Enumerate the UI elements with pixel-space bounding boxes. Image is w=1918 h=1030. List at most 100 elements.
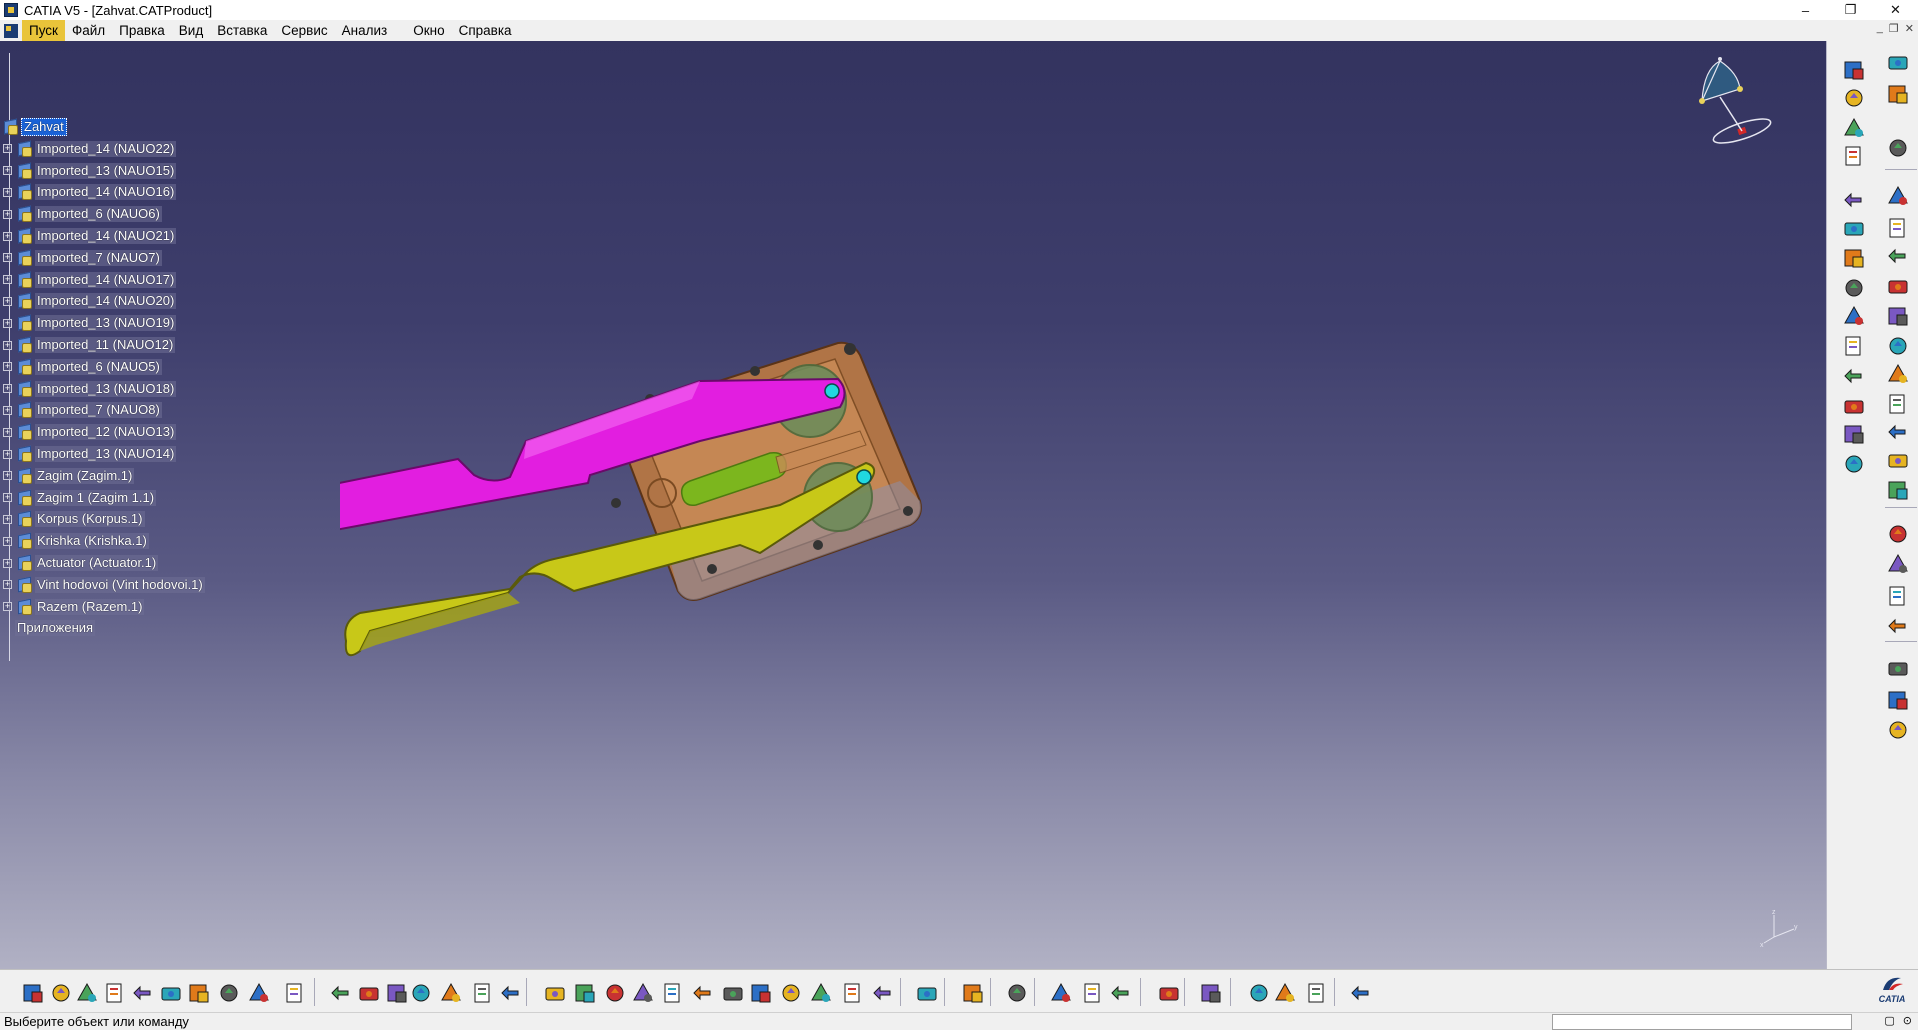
measure-item-icon[interactable] — [1078, 978, 1108, 1008]
grid-snap-icon[interactable] — [1346, 978, 1376, 1008]
expand-icon[interactable]: + — [3, 187, 12, 197]
hole-icon[interactable] — [1883, 331, 1913, 361]
tree-item[interactable]: + Razem (Razem.1) — [3, 598, 145, 616]
expand-icon[interactable]: + — [3, 449, 12, 459]
expand-icon[interactable]: + — [3, 558, 12, 568]
expand-icon[interactable]: + — [3, 405, 12, 415]
menu-file[interactable]: Файл — [65, 20, 112, 41]
assembly-model[interactable] — [340, 341, 1000, 681]
tree-item[interactable]: + Imported_14 (NAUO20) — [3, 292, 177, 310]
expand-icon[interactable]: + — [3, 362, 12, 372]
capture-icon[interactable] — [958, 978, 988, 1008]
status-button-1[interactable]: ▢ — [1884, 1014, 1894, 1027]
compass-icon[interactable] — [1660, 49, 1780, 149]
weld-icon[interactable] — [1883, 475, 1913, 505]
multi-view-icon[interactable] — [746, 978, 776, 1008]
tree-item[interactable]: + Imported_7 (NAUO8) — [3, 401, 162, 419]
knowledge-icon[interactable] — [354, 978, 384, 1008]
undo-icon[interactable] — [214, 978, 244, 1008]
expand-icon[interactable]: + — [3, 384, 12, 394]
snapshot-icon[interactable] — [1002, 978, 1032, 1008]
contact-constraint-icon[interactable] — [1839, 391, 1869, 421]
expand-icon[interactable]: + — [3, 253, 12, 263]
print-icon[interactable] — [100, 978, 130, 1008]
mdi-close-button[interactable]: ✕ — [1905, 22, 1914, 35]
measure-icon[interactable] — [1883, 653, 1913, 683]
expand-icon[interactable]: + — [3, 493, 12, 503]
view-catalog-icon[interactable] — [468, 978, 498, 1008]
offset-constraint-icon[interactable] — [1839, 419, 1869, 449]
measure-between-icon[interactable] — [1046, 978, 1076, 1008]
table-icon[interactable] — [406, 978, 436, 1008]
add-icon[interactable] — [1883, 417, 1913, 447]
menu-edit[interactable]: Правка — [112, 20, 172, 41]
product-management-icon[interactable] — [1883, 213, 1913, 243]
expand-icon[interactable]: + — [3, 536, 12, 546]
cut-icon[interactable] — [128, 978, 158, 1008]
symmetry-icon[interactable] — [1883, 581, 1913, 611]
tree-item[interactable]: + Imported_7 (NAUO7) — [3, 249, 162, 267]
text-icon[interactable] — [1883, 519, 1913, 549]
tree-item[interactable]: + Imported_14 (NAUO21) — [3, 227, 177, 245]
restore-button[interactable]: ❐ — [1828, 0, 1873, 20]
catia-menu-icon[interactable] — [4, 23, 18, 38]
expand-icon[interactable]: + — [3, 296, 12, 306]
material-icon[interactable] — [1270, 978, 1300, 1008]
menu-window[interactable]: Окно — [406, 20, 451, 41]
pocket-icon[interactable] — [1883, 359, 1913, 389]
tree-root[interactable]: Zahvat — [2, 118, 67, 136]
tree-item[interactable]: + Imported_11 (NAUO12) — [3, 336, 176, 354]
swap-space-icon[interactable] — [868, 978, 898, 1008]
fly-mode-icon[interactable] — [540, 978, 570, 1008]
expand-icon[interactable]: + — [3, 340, 12, 350]
tree-item[interactable]: + Imported_6 (NAUO5) — [3, 358, 162, 376]
paste-icon[interactable] — [184, 978, 214, 1008]
annotation-icon[interactable] — [1883, 445, 1913, 475]
isometric-view-icon[interactable] — [776, 978, 806, 1008]
grid-icon[interactable] — [496, 978, 526, 1008]
tree-item[interactable]: + Imported_6 (NAUO6) — [3, 205, 162, 223]
tree-item[interactable]: + Imported_14 (NAUO16) — [3, 183, 177, 201]
command-input[interactable] — [1552, 1014, 1852, 1030]
rotate-icon[interactable] — [628, 978, 658, 1008]
zoom-out-icon[interactable] — [688, 978, 718, 1008]
stop-manipulate-icon[interactable] — [1839, 273, 1869, 303]
whats-this-icon[interactable] — [280, 978, 310, 1008]
snap-icon[interactable] — [1839, 213, 1869, 243]
bill-of-material-icon[interactable] — [1883, 611, 1913, 641]
expand-icon[interactable]: + — [3, 427, 12, 437]
tree-item[interactable]: + Imported_14 (NAUO17) — [3, 271, 177, 289]
expand-icon[interactable]: + — [3, 471, 12, 481]
mdi-restore-button[interactable]: ❐ — [1889, 22, 1899, 35]
mdi-minimize-button[interactable]: _ — [1877, 22, 1883, 35]
tree-item[interactable]: + Zagim 1 (Zagim 1.1) — [3, 489, 157, 507]
expand-icon[interactable]: + — [3, 209, 12, 219]
expand-icon[interactable]: + — [3, 166, 12, 176]
tree-item[interactable]: + Imported_13 (NAUO15) — [3, 162, 177, 180]
menu-analyze[interactable]: Анализ — [335, 20, 395, 41]
menu-help[interactable]: Справка — [452, 20, 519, 41]
menu-start[interactable]: Пуск — [22, 20, 65, 41]
split-icon[interactable] — [1883, 301, 1913, 331]
close-button[interactable]: ✕ — [1873, 0, 1918, 20]
expand-icon[interactable]: + — [3, 514, 12, 524]
measure-inertia-icon[interactable] — [1106, 978, 1136, 1008]
tree-item[interactable]: + Krishka (Krishka.1) — [3, 532, 149, 550]
tree-item[interactable]: + Zagim (Zagim.1) — [3, 467, 135, 485]
properties-icon[interactable] — [1883, 133, 1913, 163]
hide-show-icon[interactable] — [838, 978, 868, 1008]
tree-item[interactable]: + Imported_13 (NAUO14) — [3, 445, 177, 463]
new-icon[interactable] — [18, 978, 48, 1008]
tree-item[interactable]: + Actuator (Actuator.1) — [3, 554, 159, 572]
pan-icon[interactable] — [600, 978, 630, 1008]
flag-note-icon[interactable] — [1883, 549, 1913, 579]
scenes-icon[interactable] — [1883, 181, 1913, 211]
coincidence-constraint-icon[interactable] — [1839, 361, 1869, 391]
expand-icon[interactable]: + — [3, 580, 12, 590]
refresh-icon[interactable] — [1154, 978, 1184, 1008]
publications-icon[interactable] — [1883, 241, 1913, 271]
tree-item[interactable]: + Imported_12 (NAUO13) — [3, 423, 177, 441]
3d-viewport[interactable]: Zahvat + Imported_14 (NAUO22) + Imported_13 … — [0, 41, 1826, 969]
save-icon[interactable] — [72, 978, 102, 1008]
tree-applications[interactable]: Приложения — [15, 619, 96, 637]
